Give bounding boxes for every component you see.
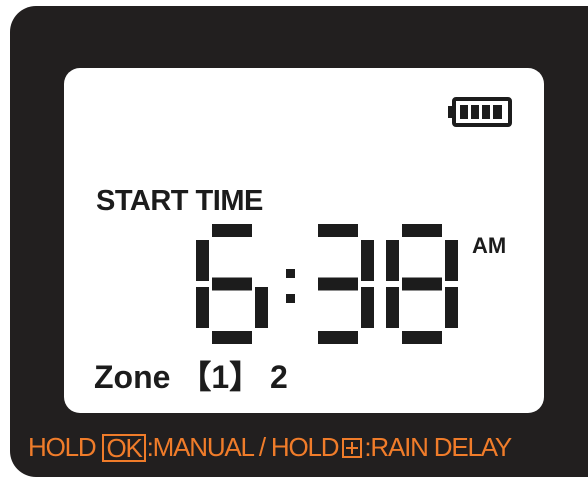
segment-a bbox=[318, 224, 358, 237]
segment-g bbox=[212, 277, 252, 291]
segment-b bbox=[445, 240, 458, 281]
segment-c bbox=[255, 287, 268, 328]
segment-c bbox=[445, 287, 458, 328]
segment-a bbox=[212, 224, 252, 237]
button-hint: HOLD OK:MANUAL / HOLD :RAIN DELAY bbox=[28, 432, 512, 463]
segment-d bbox=[318, 331, 358, 344]
segment-f bbox=[196, 240, 209, 281]
time-readout bbox=[196, 224, 458, 344]
segment-e bbox=[196, 287, 209, 328]
minute-tens-digit bbox=[318, 224, 374, 344]
minute-ones-digit bbox=[386, 224, 458, 344]
am-pm-indicator: AM bbox=[472, 233, 507, 258]
segment-f bbox=[386, 240, 399, 281]
colon-separator bbox=[286, 269, 295, 303]
segment-g bbox=[402, 277, 442, 291]
segment-e bbox=[386, 287, 399, 328]
hint-hold-1: HOLD bbox=[28, 432, 97, 462]
zone-other: 2 bbox=[270, 359, 288, 395]
segment-a bbox=[402, 224, 442, 237]
plus-key-icon bbox=[342, 437, 363, 458]
zone-label: Zone bbox=[94, 359, 171, 395]
segment-d bbox=[212, 331, 252, 344]
battery-full-icon bbox=[448, 97, 512, 127]
ok-key-label: OK bbox=[102, 433, 146, 462]
start-time-label: START TIME bbox=[96, 185, 263, 217]
segment-b bbox=[361, 240, 374, 281]
hour-digit bbox=[196, 224, 268, 344]
zone-selected: 【1】 bbox=[179, 359, 262, 395]
hint-action-2: :RAIN DELAY bbox=[364, 432, 512, 462]
zone-indicator: Zone 【1】 2 bbox=[94, 352, 288, 398]
hint-action-1: :MANUAL / HOLD bbox=[146, 432, 340, 462]
segment-g bbox=[318, 277, 358, 291]
segment-d bbox=[402, 331, 442, 344]
segment-c bbox=[361, 287, 374, 328]
